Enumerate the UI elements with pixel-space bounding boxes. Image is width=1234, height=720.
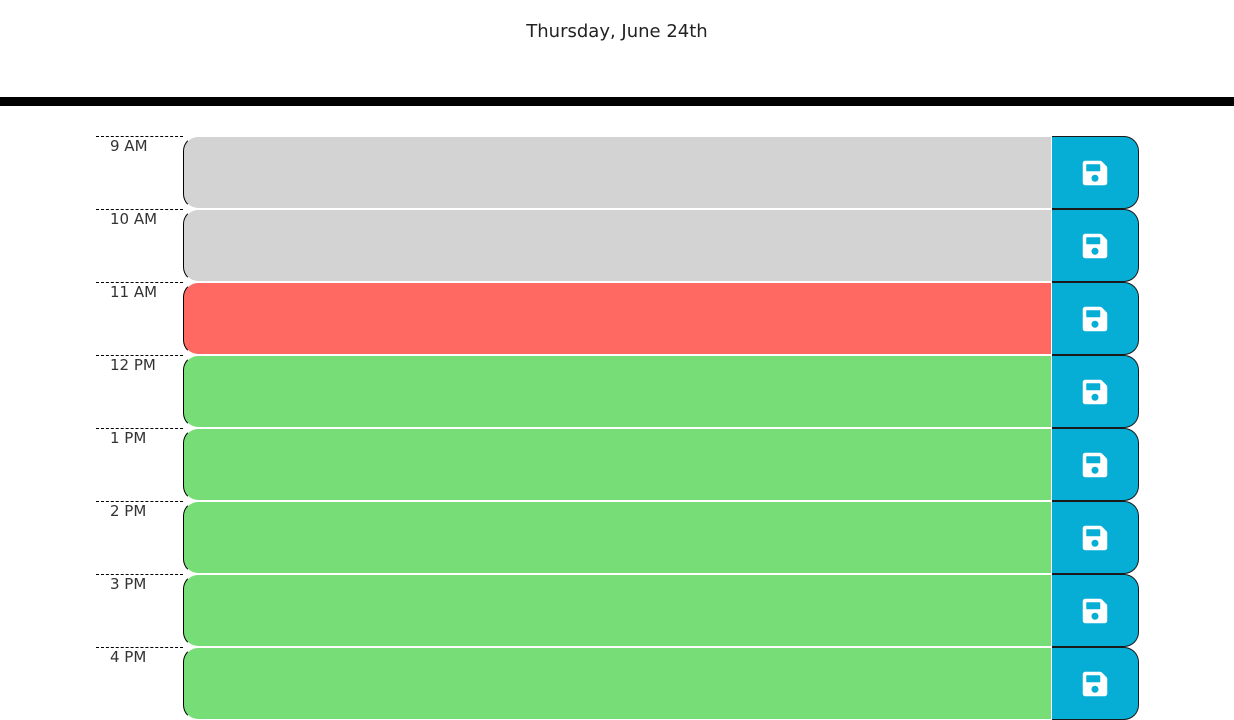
- save-button[interactable]: [1052, 209, 1139, 282]
- hour-label: 12 PM: [96, 355, 183, 428]
- timeblock-row: 11 AM: [96, 282, 1139, 355]
- current-day: Thursday, June 24th: [526, 21, 708, 42]
- timeblock-row: 3 PM: [96, 574, 1139, 647]
- event-description-input[interactable]: [183, 428, 1052, 501]
- timeblock-row: 1 PM: [96, 428, 1139, 501]
- hour-text: 9 AM: [110, 137, 148, 155]
- timeblock-row: 10 AM: [96, 209, 1139, 282]
- floppy-disk-icon: [1082, 233, 1108, 258]
- floppy-disk-icon: [1082, 525, 1108, 550]
- timeblock-row: 9 AM: [96, 136, 1139, 209]
- event-description-input[interactable]: [183, 501, 1052, 574]
- save-button[interactable]: [1052, 574, 1139, 647]
- hour-label: 11 AM: [96, 282, 183, 355]
- hour-label: 10 AM: [96, 209, 183, 282]
- hour-label: 3 PM: [96, 574, 183, 647]
- hour-label: 4 PM: [96, 647, 183, 720]
- event-description-input[interactable]: [183, 647, 1052, 720]
- floppy-disk-icon: [1082, 160, 1108, 185]
- floppy-disk-icon: [1082, 598, 1108, 623]
- hour-text: 2 PM: [110, 502, 147, 520]
- save-button[interactable]: [1052, 428, 1139, 501]
- event-description-input[interactable]: [183, 209, 1052, 282]
- timeblock-row: 2 PM: [96, 501, 1139, 574]
- save-button[interactable]: [1052, 355, 1139, 428]
- event-description-input[interactable]: [183, 574, 1052, 647]
- save-button[interactable]: [1052, 501, 1139, 574]
- event-description-input[interactable]: [183, 282, 1052, 355]
- hour-text: 10 AM: [110, 210, 158, 228]
- header-divider: [0, 97, 1234, 106]
- hour-text: 1 PM: [110, 429, 147, 447]
- floppy-disk-icon: [1082, 452, 1108, 477]
- hour-label: 9 AM: [96, 136, 183, 209]
- hour-text: 12 PM: [110, 356, 156, 374]
- hour-text: 4 PM: [110, 648, 147, 666]
- save-button[interactable]: [1052, 282, 1139, 355]
- floppy-disk-icon: [1082, 671, 1108, 696]
- floppy-disk-icon: [1082, 306, 1108, 331]
- timeblock-row: 12 PM: [96, 355, 1139, 428]
- timeblock-container: 9 AM 10 AM 11 AM 12 PM 1 PM 2 PM 3 PM 4 …: [96, 136, 1139, 720]
- timeblock-row: 4 PM: [96, 647, 1139, 720]
- event-description-input[interactable]: [183, 355, 1052, 428]
- hour-label: 1 PM: [96, 428, 183, 501]
- hour-text: 11 AM: [110, 283, 158, 301]
- save-button[interactable]: [1052, 136, 1139, 209]
- save-button[interactable]: [1052, 647, 1139, 720]
- hour-text: 3 PM: [110, 575, 147, 593]
- hour-label: 2 PM: [96, 501, 183, 574]
- event-description-input[interactable]: [183, 136, 1052, 209]
- floppy-disk-icon: [1082, 379, 1108, 404]
